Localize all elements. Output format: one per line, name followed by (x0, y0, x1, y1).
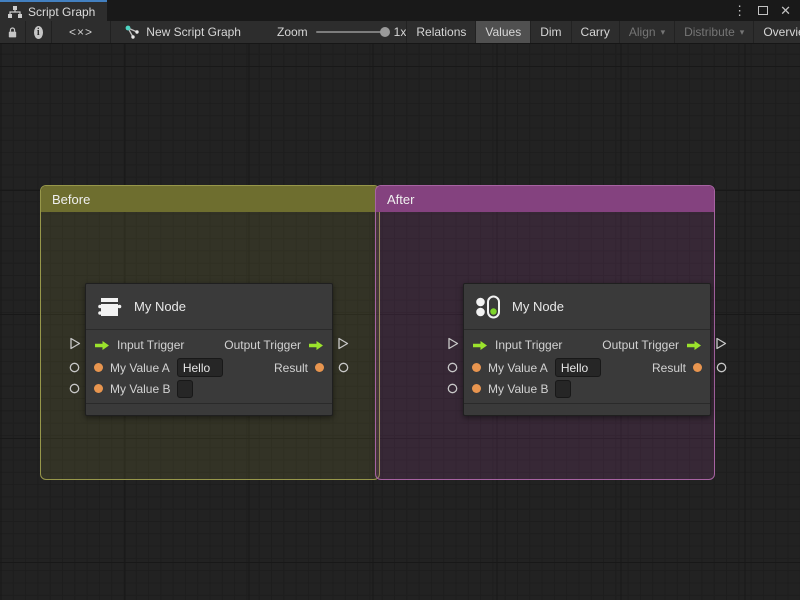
lock-button[interactable] (0, 21, 25, 43)
chevron-down-icon: ▾ (660, 26, 666, 37)
node-body: Input Trigger Output Trigger My Value A (86, 330, 332, 403)
script-graph-asset-icon (125, 25, 139, 39)
values-button[interactable]: Values (475, 21, 531, 43)
external-output-trigger-port[interactable] (337, 337, 349, 355)
group-before-title: Before (52, 191, 91, 207)
toolbar-toggles: Relations Values Dim Carry Align ▾ Distr… (406, 21, 800, 43)
input-trigger-port-icon[interactable] (472, 340, 488, 351)
dim-label: Dim (540, 25, 562, 39)
external-result-port[interactable] (338, 360, 349, 378)
group-before-header[interactable]: Before (41, 186, 379, 212)
graph-name-label: New Script Graph (146, 25, 241, 39)
carry-button[interactable]: Carry (570, 21, 619, 43)
external-output-trigger-port[interactable] (715, 337, 727, 355)
custom-unit-icon (476, 295, 500, 318)
zoom-control: Zoom 1x (251, 21, 406, 43)
external-input-trigger-port[interactable] (69, 337, 81, 355)
result-label: Result (273, 360, 308, 375)
external-value-a-port[interactable] (69, 360, 80, 378)
maximize-icon[interactable] (755, 4, 771, 17)
relations-label: Relations (416, 25, 467, 39)
script-graph-window: Script Graph ⋮ ✕ i <×> New Script Graph … (0, 0, 800, 600)
output-trigger-label: Output Trigger (224, 338, 301, 352)
input-trigger-label: Input Trigger (495, 338, 563, 352)
value-b-input[interactable] (177, 379, 194, 398)
zoom-value: 1x (393, 25, 407, 39)
value-a-input[interactable] (554, 358, 601, 377)
carry-label: Carry (580, 25, 610, 39)
align-label: Align (628, 25, 656, 39)
input-trigger-label: Input Trigger (117, 338, 185, 352)
value-a-port-icon[interactable] (472, 363, 481, 372)
distribute-label: Distribute (684, 25, 735, 39)
node-my-node-before[interactable]: My Node Input Trigger Output Trigger My … (69, 283, 349, 416)
value-a-port-icon[interactable] (94, 363, 103, 372)
value-b-port-icon[interactable] (472, 384, 481, 393)
value-a-label: My Value A (110, 360, 170, 375)
output-trigger-label: Output Trigger (602, 338, 679, 352)
node-my-node-after[interactable]: My Node Input Trigger Output Trigger My … (447, 283, 727, 416)
value-a-label: My Value A (488, 360, 548, 375)
node-body: Input Trigger Output Trigger My Value A (464, 330, 710, 403)
align-dropdown[interactable]: Align ▾ (618, 21, 674, 43)
node-header[interactable]: My Node (464, 284, 710, 330)
menu-dots-icon[interactable]: ⋮ (730, 4, 749, 17)
code-view-button[interactable]: <×> (52, 21, 111, 43)
value-a-input[interactable] (176, 358, 223, 377)
zoom-slider-handle[interactable] (379, 27, 390, 37)
lock-icon (8, 26, 17, 37)
window-controls: ⋮ ✕ (730, 0, 800, 21)
node-title: My Node (512, 299, 565, 314)
node-header[interactable]: My Node (86, 284, 332, 330)
group-after-header[interactable]: After (376, 186, 714, 212)
value-b-label: My Value B (488, 381, 549, 396)
info-icon: i (33, 25, 43, 39)
code-icon: <×> (69, 25, 94, 39)
default-unit-icon (98, 297, 122, 316)
group-after-title: After (387, 191, 415, 207)
node-title: My Node (134, 299, 187, 314)
external-value-b-port[interactable] (447, 381, 458, 399)
output-trigger-port-icon[interactable] (308, 340, 324, 351)
graph-toolbar: i <×> New Script Graph Zoom 1x Relations… (0, 21, 800, 44)
result-label: Result (651, 360, 686, 375)
external-result-port[interactable] (716, 360, 727, 378)
overview-button[interactable]: Overview (753, 21, 800, 43)
output-trigger-port-icon[interactable] (686, 340, 702, 351)
value-b-row: My Value B (86, 378, 332, 399)
overview-label: Overview (763, 25, 800, 39)
external-value-b-port[interactable] (69, 381, 80, 399)
external-value-a-port[interactable] (447, 360, 458, 378)
tab-bar: Script Graph ⋮ ✕ (0, 0, 800, 21)
chevron-down-icon: ▾ (739, 26, 745, 37)
value-b-input[interactable] (555, 379, 572, 398)
graph-name-breadcrumb[interactable]: New Script Graph (111, 21, 251, 43)
close-icon[interactable]: ✕ (777, 4, 794, 17)
value-b-port-icon[interactable] (94, 384, 103, 393)
value-a-row: My Value A Result (464, 357, 710, 378)
external-input-trigger-port[interactable] (447, 337, 459, 355)
zoom-slider[interactable] (315, 27, 390, 37)
value-a-row: My Value A Result (86, 357, 332, 378)
trigger-row: Input Trigger Output Trigger (464, 333, 710, 357)
relations-button[interactable]: Relations (406, 21, 475, 43)
dim-button[interactable]: Dim (530, 21, 570, 43)
graph-canvas[interactable]: Before After My Node Input Trigger Outpu… (0, 44, 800, 600)
value-b-label: My Value B (110, 381, 171, 396)
result-port-icon[interactable] (315, 363, 324, 372)
tab-script-graph[interactable]: Script Graph (0, 0, 108, 21)
result-port-icon[interactable] (693, 363, 702, 372)
zoom-label: Zoom (276, 25, 308, 39)
trigger-row: Input Trigger Output Trigger (86, 333, 332, 357)
distribute-dropdown[interactable]: Distribute ▾ (674, 21, 753, 43)
info-button[interactable]: i (26, 21, 51, 43)
node-footer (86, 403, 332, 415)
value-b-row: My Value B (464, 378, 710, 399)
graph-hierarchy-icon (8, 5, 22, 18)
tab-label: Script Graph (28, 4, 96, 19)
input-trigger-port-icon[interactable] (94, 340, 110, 351)
node-footer (464, 403, 710, 415)
values-label: Values (485, 25, 522, 39)
